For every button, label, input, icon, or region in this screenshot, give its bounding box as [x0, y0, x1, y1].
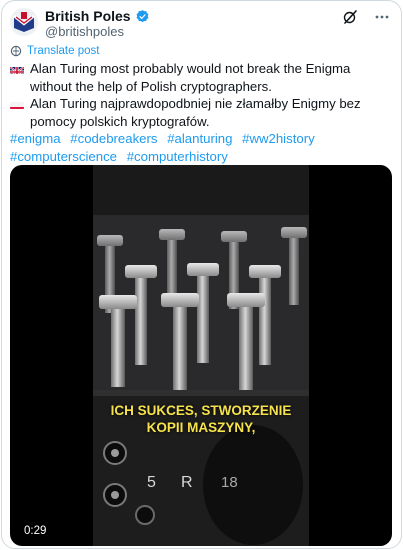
translate-icon [10, 45, 22, 57]
uk-flag-icon [10, 64, 24, 74]
enigma-keys-illustration: 5 R 18 [93, 165, 309, 546]
translate-post-link[interactable]: Translate post [10, 45, 99, 57]
more-icon[interactable] [373, 8, 391, 26]
grok-icon[interactable] [341, 8, 359, 26]
hashtag-link[interactable]: #computerhistory [127, 149, 228, 164]
key-label-number: 5 [147, 474, 156, 491]
video-player[interactable]: 5 R 18 ICH SUKCES, STWORZENIE KOPII MASZ… [10, 165, 392, 546]
key-label-number2: 18 [221, 474, 238, 491]
hashtags: #enigma #codebreakers #alanturing #ww2hi… [10, 130, 390, 165]
hashtag-link[interactable]: #enigma [10, 131, 61, 146]
hashtag-link[interactable]: #ww2history [242, 131, 315, 146]
hashtag-link[interactable]: #computerscience [10, 149, 117, 164]
display-name[interactable]: British Poles [45, 8, 131, 24]
subtitle-line-1: ICH SUKCES, STWORZENIE [110, 403, 292, 418]
avatar[interactable] [10, 8, 38, 36]
poland-flag-icon [10, 99, 24, 109]
video-frame: 5 R 18 ICH SUKCES, STWORZENIE KOPII MASZ… [93, 165, 309, 546]
hashtag-link[interactable]: #alanturing [167, 131, 232, 146]
video-subtitle: ICH SUKCES, STWORZENIE KOPII MASZYNY, [93, 402, 309, 436]
key-label-letter: R [181, 474, 193, 491]
post-text: Alan Turing most probably would not brea… [10, 60, 390, 165]
handle[interactable]: @britishpoles [45, 24, 124, 39]
verified-badge-icon [136, 9, 149, 22]
post-text-polish: Alan Turing najprawdopodbniej nie złamał… [30, 96, 361, 129]
subtitle-line-2: KOPII MASZYNY, [146, 420, 256, 435]
video-timecode: 0:29 [24, 525, 47, 537]
translate-post-label: Translate post [27, 45, 100, 57]
hashtag-link[interactable]: #codebreakers [70, 131, 157, 146]
post-text-english: Alan Turing most probably would not brea… [30, 61, 351, 94]
avatar-logo-icon [10, 8, 38, 36]
